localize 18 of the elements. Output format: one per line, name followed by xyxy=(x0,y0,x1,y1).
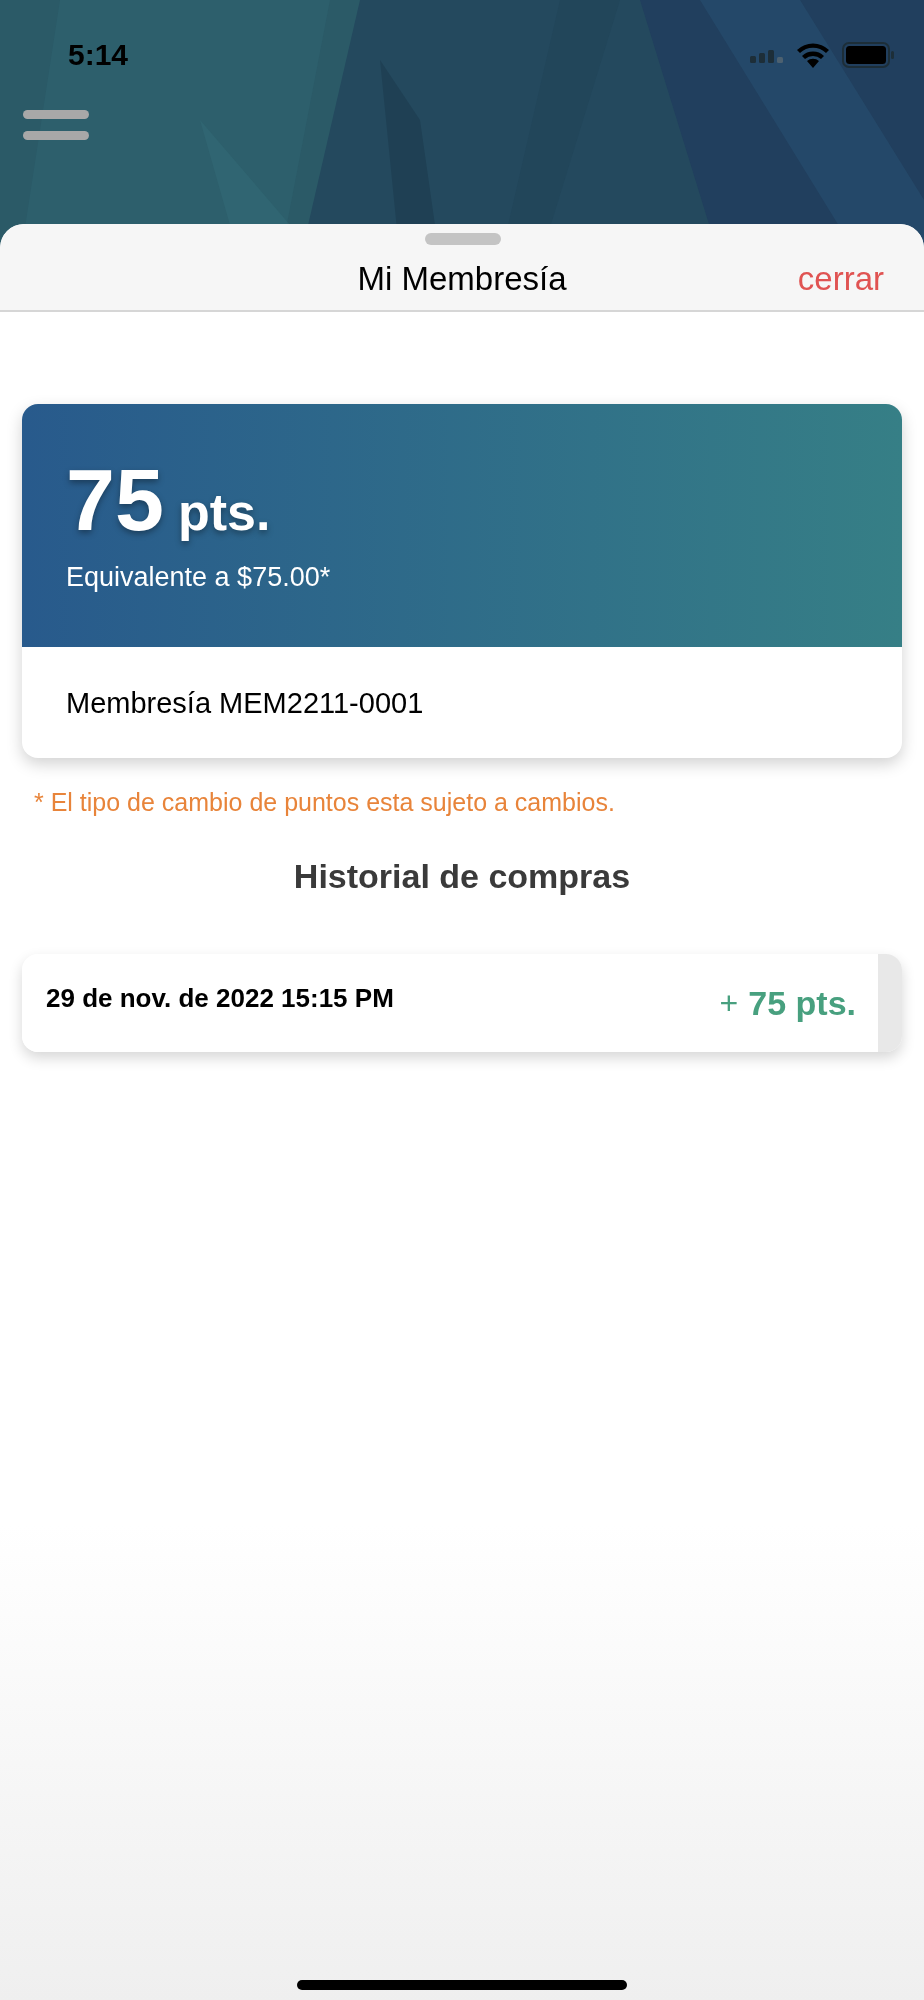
signal-icon xyxy=(750,47,784,63)
plus-sign: + xyxy=(719,984,739,1022)
menu-icon[interactable] xyxy=(23,110,89,140)
battery-icon xyxy=(842,42,896,68)
history-entry[interactable]: 29 de nov. de 2022 15:15 PM + 75 pts. xyxy=(22,954,902,1052)
status-time: 5:14 xyxy=(68,38,129,72)
entry-points: 75 pts. xyxy=(748,983,856,1023)
wifi-icon xyxy=(796,42,830,68)
close-link[interactable]: cerrar xyxy=(797,260,884,298)
history-title: Historial de compras xyxy=(293,857,631,896)
points-value: 75 xyxy=(66,456,164,544)
home-indicator[interactable] xyxy=(297,1980,627,1990)
sheet-handle[interactable] xyxy=(425,233,501,245)
membership-number: Membresía MEM2211-0001 xyxy=(66,687,424,720)
equivalent-text: Equivalente a $75.00* xyxy=(66,562,331,593)
entry-date: 29 de nov. de 2022 15:15 PM xyxy=(46,982,394,1014)
disclaimer-note: * El tipo de cambio de puntos esta sujeto a cambios. xyxy=(34,788,615,817)
sheet-title: Mi Membresía xyxy=(357,260,567,298)
